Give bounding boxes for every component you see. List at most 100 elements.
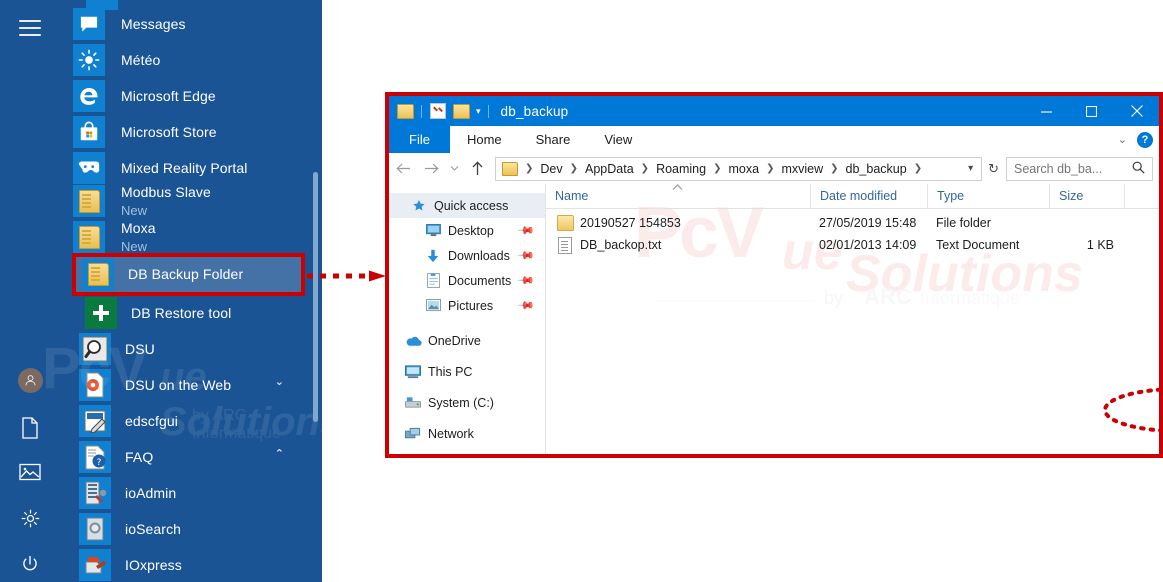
folder-icon — [555, 215, 575, 231]
tab-view[interactable]: View — [587, 126, 649, 153]
breadcrumb-path-box[interactable]: ❯ Dev ❯ AppData ❯ Roaming ❯ moxa ❯ mxvie… — [495, 157, 982, 181]
start-app-faq[interactable]: ? FAQ — [60, 439, 308, 475]
sort-ascending-icon — [672, 184, 683, 194]
nav-label: Quick access — [434, 199, 508, 213]
file-explorer-window[interactable]: ▾ db_backup File Home Share View ⌄ ? — [385, 92, 1163, 458]
start-app-mixed-reality-portal[interactable]: Mixed Reality Portal — [60, 150, 308, 186]
breadcrumb-mxview[interactable]: mxview — [781, 162, 823, 176]
nav-item-this-pc[interactable]: This PC — [389, 359, 545, 384]
tab-file[interactable]: File — [389, 126, 450, 153]
pictures-button[interactable] — [0, 448, 60, 496]
thispc-icon — [402, 365, 424, 379]
tab-share[interactable]: Share — [519, 126, 588, 153]
document-icon — [21, 417, 39, 439]
watermark-text-d: by — [824, 288, 843, 309]
column-header-row[interactable]: Name Date modified Type Size — [546, 184, 1159, 209]
start-app-label: ioAdmin — [125, 486, 176, 501]
messages-icon — [73, 8, 105, 40]
start-app-microsoft-edge[interactable]: Microsoft Edge — [60, 78, 308, 114]
maximize-button[interactable] — [1069, 96, 1114, 126]
star-icon — [408, 199, 430, 213]
table-row[interactable]: DB_backop.txt 02/01/2013 14:09 Text Docu… — [546, 234, 1159, 256]
breadcrumb-db-backup[interactable]: db_backup — [846, 162, 907, 176]
pin-icon[interactable]: 📌 — [517, 296, 536, 315]
navigation-pane[interactable]: Quick access Desktop 📌 Downloads 📌 — [389, 184, 546, 454]
tab-home[interactable]: Home — [450, 126, 519, 153]
breadcrumb-moxa[interactable]: moxa — [728, 162, 759, 176]
start-app-db-restore-tool[interactable]: DB Restore tool — [60, 295, 314, 331]
search-input[interactable]: Search db_ba... — [1006, 157, 1153, 181]
ribbon-right-controls[interactable]: ⌄ ? — [1118, 126, 1153, 153]
start-app-label: Mixed Reality Portal — [121, 161, 248, 176]
start-app-messages[interactable]: Messages — [60, 6, 308, 42]
start-app-ioxpress[interactable]: IOxpress — [60, 547, 308, 582]
explorer-title-bar[interactable]: ▾ db_backup — [389, 96, 1159, 126]
close-button[interactable] — [1114, 96, 1159, 126]
settings-button[interactable] — [0, 494, 60, 542]
nav-item-documents[interactable]: Documents 📌 — [389, 268, 545, 293]
start-menu[interactable]: Messages Météo Microsoft Edge Microsoft … — [0, 0, 322, 582]
ribbon-expand-caret-icon[interactable]: ⌄ — [1118, 133, 1127, 146]
faq-icon: ? — [79, 441, 111, 473]
start-app-edscfgui[interactable]: edscfgui — [60, 403, 308, 439]
pin-icon[interactable]: 📌 — [517, 271, 536, 290]
forward-button[interactable] — [417, 155, 445, 183]
nav-label: OneDrive — [428, 334, 481, 348]
nav-item-system-c[interactable]: System (C:) — [389, 390, 545, 415]
column-header-type[interactable]: Type — [927, 184, 1049, 208]
pin-icon[interactable]: 📌 — [517, 221, 536, 240]
start-app-microsoft-store[interactable]: Microsoft Store — [60, 114, 308, 150]
ribbon-tab-bar[interactable]: File Home Share View — [389, 126, 1159, 154]
window-controls[interactable] — [1024, 96, 1159, 126]
documents-button[interactable] — [0, 404, 60, 452]
nav-item-quick-access[interactable]: Quick access — [389, 193, 545, 218]
recent-locations-button[interactable] — [445, 155, 463, 183]
nav-item-desktop[interactable]: Desktop 📌 — [389, 218, 545, 243]
refresh-button[interactable]: ↻ — [988, 161, 1006, 177]
minimize-button[interactable] — [1024, 96, 1069, 126]
file-list-pane[interactable]: PcV ue Solutions by ARC Informatique Nam… — [546, 184, 1159, 454]
help-icon[interactable]: ? — [1137, 132, 1153, 148]
up-button[interactable] — [463, 155, 491, 183]
address-bar[interactable]: ❯ Dev ❯ AppData ❯ Roaming ❯ moxa ❯ mxvie… — [389, 153, 1159, 184]
path-dropdown-caret-icon[interactable]: ▾ — [960, 163, 981, 174]
text-document-icon — [555, 237, 575, 254]
breadcrumb-dev[interactable]: Dev — [540, 162, 562, 176]
start-app-dsu-on-the-web[interactable]: DSU on the Web — [60, 367, 308, 403]
start-menu-scrollbar[interactable] — [313, 0, 318, 582]
nav-item-downloads[interactable]: Downloads 📌 — [389, 243, 545, 268]
start-app-iosearch[interactable]: ioSearch — [60, 511, 308, 547]
start-app-ioadmin[interactable]: ioAdmin — [60, 475, 308, 511]
qat-folder-icon[interactable] — [397, 103, 414, 120]
qat-customize-caret-icon[interactable]: ▾ — [476, 106, 481, 117]
watermark-text-f: Informatique — [920, 288, 1020, 309]
start-app-dsu[interactable]: DSU — [60, 331, 308, 367]
start-app-sublabel: New — [121, 203, 211, 218]
pin-icon[interactable]: 📌 — [517, 246, 536, 265]
watermark-text-e: ARC — [864, 284, 912, 310]
start-app-meteo[interactable]: Météo — [60, 42, 308, 78]
user-account-button[interactable] — [0, 356, 60, 404]
start-app-label: Moxa — [121, 221, 156, 236]
path-folder-icon — [502, 162, 518, 176]
breadcrumb-appdata[interactable]: AppData — [585, 162, 634, 176]
breadcrumb-roaming[interactable]: Roaming — [656, 162, 706, 176]
file-name-cell[interactable]: 20190527 154853 — [555, 215, 681, 231]
nav-item-pictures[interactable]: Pictures 📌 — [389, 293, 545, 318]
pictures-icon — [19, 463, 41, 481]
scrollbar-thumb[interactable] — [313, 172, 318, 422]
breadcrumb-separator: ❯ — [570, 163, 578, 174]
qat-new-folder-icon[interactable] — [453, 103, 470, 120]
nav-item-onedrive[interactable]: OneDrive — [389, 328, 545, 353]
nav-item-network[interactable]: Network — [389, 421, 545, 446]
back-button[interactable] — [389, 155, 417, 183]
start-app-sublabel: New — [121, 239, 156, 254]
table-row[interactable]: 20190527 154853 27/05/2019 15:48 File fo… — [546, 212, 1159, 234]
column-header-extra[interactable] — [1124, 184, 1154, 208]
hamburger-menu-button[interactable] — [0, 4, 60, 52]
power-button[interactable] — [0, 540, 60, 582]
column-header-date-modified[interactable]: Date modified — [810, 184, 927, 208]
file-name-cell[interactable]: DB_backop.txt — [555, 237, 661, 254]
qat-properties-icon[interactable] — [429, 103, 446, 120]
column-header-size[interactable]: Size — [1049, 184, 1124, 208]
